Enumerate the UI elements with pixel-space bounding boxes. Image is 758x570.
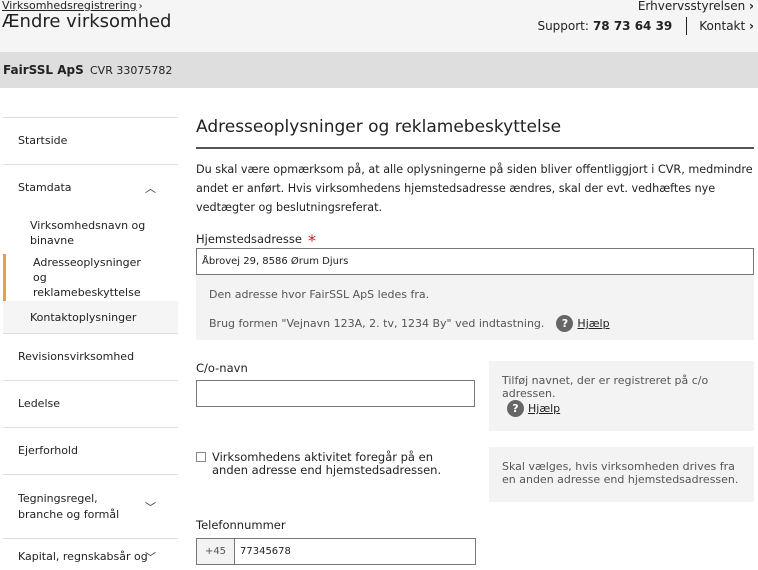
activity-checkbox-row: Virksomhedens aktivitet foregår på en an… bbox=[196, 451, 457, 477]
activity-help-text: Skal vælges, hvis virksomheden drives fr… bbox=[502, 460, 739, 486]
chevron-down-icon: ﹀ bbox=[145, 551, 156, 564]
support-area: Support: 78 73 64 39 Kontakt › bbox=[537, 17, 754, 35]
co-name-help-row: ? Hjælp bbox=[507, 400, 560, 417]
phone-value: 77345678 bbox=[240, 546, 291, 557]
sidebar-item-label: Startside bbox=[18, 134, 68, 147]
support-phone[interactable]: 78 73 64 39 bbox=[593, 19, 672, 33]
sidebar-subitem-virksomhedsnavn[interactable]: Virksomhedsnavn og binavne bbox=[3, 211, 178, 254]
sidebar: Startside Stamdata ︿ Virksomhedsnavn og … bbox=[3, 117, 178, 570]
address-label-row: Hjemstedsadresse * bbox=[196, 228, 316, 250]
activity-label: Virksomhedens aktivitet foregår på en an… bbox=[212, 450, 442, 477]
phone-prefix: +45 bbox=[196, 538, 234, 565]
activity-checkbox[interactable] bbox=[196, 452, 206, 462]
sidebar-item-kapital[interactable]: Kapital, regnskabsår og ﹀ bbox=[3, 538, 178, 570]
sidebar-item-label: Stamdata bbox=[18, 181, 72, 194]
agency-link[interactable]: Erhvervsstyrelsen › bbox=[638, 0, 754, 13]
sidebar-subitem-adresseoplysninger[interactable]: Adresseoplysninger og reklamebeskyttelse bbox=[3, 254, 178, 301]
sidebar-item-tegningsregel[interactable]: Tegningsregel, branche og formål ﹀ bbox=[3, 474, 178, 538]
chevron-right-icon: › bbox=[749, 0, 754, 13]
activity-help-box: Skal vælges, hvis virksomheden drives fr… bbox=[489, 447, 754, 502]
co-name-help-link[interactable]: Hjælp bbox=[528, 402, 560, 415]
page-title: Ændre virksomhed bbox=[2, 11, 172, 32]
agency-label: Erhvervsstyrelsen bbox=[637, 0, 746, 13]
company-cvr: CVR 33075782 bbox=[90, 64, 173, 77]
sidebar-subitem-label: Adresseoplysninger og reklamebeskyttelse bbox=[33, 256, 141, 299]
divider bbox=[686, 17, 688, 35]
address-help-line2-row: Brug formen "Vejnavn 123A, 2. tv, 1234 B… bbox=[209, 315, 610, 332]
company-name: FairSSL ApS bbox=[3, 63, 84, 77]
address-help-line2: Brug formen "Vejnavn 123A, 2. tv, 1234 B… bbox=[209, 317, 545, 330]
support-label: Support: bbox=[537, 19, 589, 33]
address-help-box: Den adresse hvor FairSSL ApS ledes fra. … bbox=[196, 275, 754, 340]
sidebar-item-ledelse[interactable]: Ledelse bbox=[3, 380, 178, 427]
sidebar-item-label: Tegningsregel, branche og formål bbox=[18, 491, 120, 521]
top-header: Virksomhedsregistrering › Ændre virksomhe… bbox=[0, 0, 758, 52]
chevron-right-icon: › bbox=[749, 19, 754, 33]
sidebar-item-label: Ejerforhold bbox=[18, 444, 78, 457]
main-content: Adresseoplysninger og reklamebeskyttelse… bbox=[196, 117, 754, 217]
section-title: Adresseoplysninger og reklamebeskyttelse bbox=[196, 117, 754, 149]
help-icon[interactable]: ? bbox=[507, 400, 524, 417]
co-name-help-box: Tilføj navnet, der er registreret på c/o… bbox=[489, 361, 754, 431]
address-input[interactable]: Åbrovej 29, 8586 Ørum Djurs bbox=[196, 248, 754, 275]
contact-link[interactable]: Kontakt › bbox=[699, 19, 754, 33]
sidebar-item-label: Revisionsvirksomhed bbox=[18, 350, 135, 363]
sidebar-subitem-label: Kontaktoplysninger bbox=[30, 310, 137, 324]
sidebar-item-revisionsvirksomhed[interactable]: Revisionsvirksomhed bbox=[3, 333, 178, 380]
contact-label: Kontakt bbox=[699, 19, 746, 33]
phone-field: +45 77345678 bbox=[196, 538, 476, 565]
intro-text: Du skal være opmærksom på, at alle oplys… bbox=[196, 163, 753, 214]
sidebar-item-startside[interactable]: Startside bbox=[3, 117, 178, 164]
co-name-label: C/o-navn bbox=[196, 361, 248, 375]
address-label: Hjemstedsadresse bbox=[196, 232, 302, 246]
sidebar-subitem-label: Virksomhedsnavn og binavne bbox=[30, 218, 146, 247]
co-name-help-text: Tilføj navnet, der er registreret på c/o… bbox=[502, 374, 709, 400]
phone-label: Telefonnummer bbox=[196, 518, 286, 532]
address-help-link[interactable]: Hjælp bbox=[577, 317, 609, 330]
address-value: Åbrovej 29, 8586 Ørum Djurs bbox=[202, 256, 349, 267]
co-name-input[interactable] bbox=[196, 380, 475, 407]
sidebar-item-stamdata[interactable]: Stamdata ︿ bbox=[3, 164, 178, 211]
sidebar-item-label: Kapital, regnskabsår og bbox=[18, 550, 148, 563]
sidebar-item-ejerforhold[interactable]: Ejerforhold bbox=[3, 427, 178, 474]
sidebar-item-label: Ledelse bbox=[18, 397, 61, 410]
help-icon[interactable]: ? bbox=[556, 315, 574, 332]
phone-input[interactable]: 77345678 bbox=[234, 538, 476, 565]
address-help-line1: Den adresse hvor FairSSL ApS ledes fra. bbox=[209, 288, 430, 301]
chevron-down-icon: ﹀ bbox=[145, 500, 156, 514]
chevron-up-icon: ︿ bbox=[145, 182, 156, 195]
sidebar-subnav: Virksomhedsnavn og binavne Adresseoplysn… bbox=[3, 211, 178, 333]
company-bar: FairSSL ApS CVR 33075782 bbox=[0, 52, 758, 88]
sidebar-subitem-kontaktoplysninger[interactable]: Kontaktoplysninger bbox=[3, 301, 178, 333]
